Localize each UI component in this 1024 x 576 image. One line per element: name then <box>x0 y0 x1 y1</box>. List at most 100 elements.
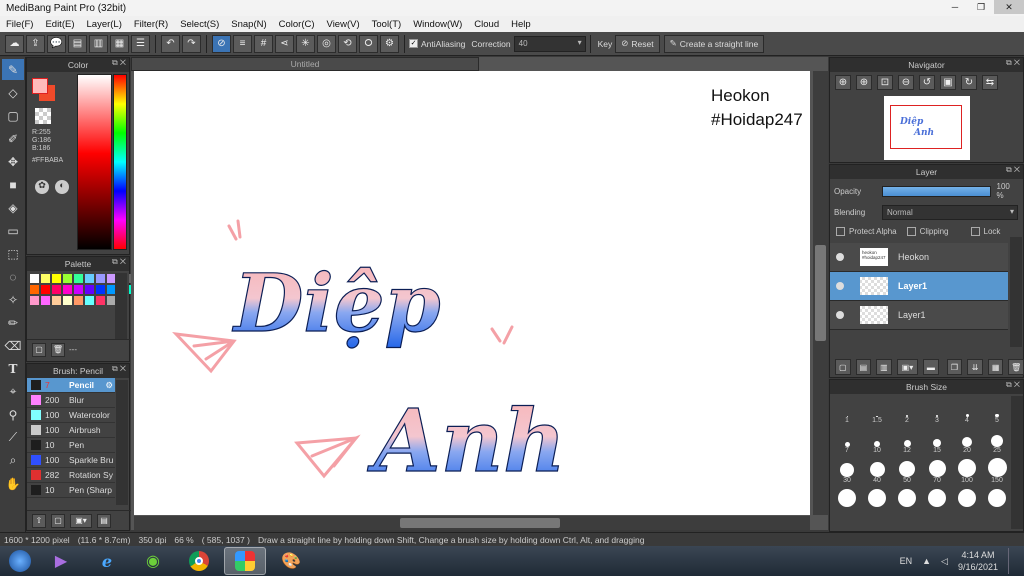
comment-icon[interactable]: 💬 <box>47 34 66 53</box>
share-icon[interactable]: ⇪ <box>26 34 45 53</box>
brush-size-option[interactable]: 3 <box>922 396 952 426</box>
palette-swatch[interactable] <box>41 296 50 305</box>
zoom-in-alt-icon[interactable]: ⊕ <box>856 75 872 90</box>
brush-size-option[interactable] <box>982 486 1012 516</box>
paint-icon[interactable]: 🎨 <box>270 547 312 575</box>
redo-icon[interactable]: ↷ <box>182 34 201 53</box>
panel-controls-icon[interactable]: ⧉ ✕ <box>1006 58 1020 68</box>
vertical-scrollbar[interactable] <box>813 71 828 515</box>
lock-checkbox[interactable] <box>970 227 980 236</box>
hand-tool-icon[interactable]: ✋ <box>2 473 24 494</box>
brush-size-option[interactable]: 150 <box>982 456 1012 486</box>
reset-button[interactable]: ⊘ Reset <box>615 34 660 53</box>
brush-size-scrollbar[interactable] <box>1011 396 1023 529</box>
coccoc-browser-icon[interactable]: ◉ <box>132 547 174 575</box>
palette-swatch[interactable] <box>63 274 72 283</box>
snap-off-icon[interactable]: ⊘ <box>212 34 231 53</box>
select-pen-icon[interactable]: ✏ <box>2 312 24 333</box>
brush-size-option[interactable]: 1 <box>832 396 862 426</box>
transparent-color-swatch[interactable] <box>35 108 51 124</box>
blending-select[interactable]: Normal ▾ <box>882 205 1018 220</box>
palette-swatch[interactable] <box>85 274 94 283</box>
eye-icon[interactable] <box>836 253 844 261</box>
lasso-tool-icon[interactable]: ◌ <box>2 266 24 287</box>
new-palette-icon[interactable]: ▢ <box>32 342 46 357</box>
menu-view[interactable]: View(V) <box>321 19 366 30</box>
brush-size-option[interactable] <box>832 486 862 516</box>
brush-size-option[interactable]: 5 <box>982 396 1012 426</box>
navigator-thumbnail[interactable]: Diệp Anh <box>884 96 970 160</box>
fit-icon[interactable]: ⊡ <box>877 75 893 90</box>
cross-snap-icon[interactable]: # <box>254 34 273 53</box>
add-layer-menu-icon[interactable]: ▣▾ <box>896 359 919 375</box>
menu-cloud[interactable]: Cloud <box>468 19 505 30</box>
palette-swatch[interactable] <box>41 285 50 294</box>
brush-item[interactable]: 282 Rotation Sy <box>27 468 115 483</box>
menu-tool[interactable]: Tool(T) <box>366 19 408 30</box>
fill-rect-tool-icon[interactable]: ■ <box>2 174 24 195</box>
drawing-canvas[interactable]: Heokon #Hoidap247 Diệp Anh <box>134 71 810 515</box>
correction-select[interactable]: 40 ▾ <box>513 35 586 52</box>
list-icon[interactable]: ☰ <box>131 34 150 53</box>
protect-alpha-checkbox[interactable] <box>836 227 845 236</box>
select-tool-icon[interactable]: ⬚ <box>2 243 24 264</box>
brush-size-option[interactable]: 12 <box>892 426 922 456</box>
bucket-tool-icon[interactable]: ◈ <box>2 197 24 218</box>
brush-scrollbar[interactable] <box>116 380 128 505</box>
layer-scrollbar[interactable] <box>1010 237 1022 347</box>
panel-controls-icon[interactable]: ⧉ ✕ <box>1006 380 1020 390</box>
menu-edit[interactable]: Edit(E) <box>39 19 80 30</box>
dropper-icon[interactable]: ⟋ <box>2 427 24 448</box>
brush-size-option[interactable]: 15 <box>922 426 952 456</box>
internet-explorer-icon[interactable]: e <box>86 547 128 575</box>
magic-wand-icon[interactable]: ✧ <box>2 289 24 310</box>
clipping-checkbox[interactable] <box>906 227 916 236</box>
snap-settings-icon[interactable]: ⚙ <box>380 34 399 53</box>
medibang-taskbar-icon[interactable] <box>224 547 266 575</box>
brush-size-option[interactable]: 100 <box>952 456 982 486</box>
flip-icon[interactable]: ⇆ <box>982 75 998 90</box>
navigator-viewport[interactable] <box>890 105 962 149</box>
menu-color[interactable]: Color(C) <box>273 19 321 30</box>
panel-controls-icon[interactable]: ⧉ ✕ <box>112 58 126 68</box>
palette-swatch[interactable] <box>96 285 105 294</box>
brush-size-option[interactable]: 4 <box>952 396 982 426</box>
brush-size-option[interactable]: 1.5 <box>862 396 892 426</box>
brush-size-option[interactable]: 7 <box>832 426 862 456</box>
palette-swatch[interactable] <box>52 274 61 283</box>
duplicate-layer-icon[interactable]: ❐ <box>946 359 963 375</box>
maximize-button[interactable]: ❐ <box>968 0 994 14</box>
circle-snap-icon[interactable]: ◎ <box>317 34 336 53</box>
brush-size-option[interactable]: 10 <box>862 426 892 456</box>
reset-view-icon[interactable]: ▣ <box>940 75 956 90</box>
palette-swatch[interactable] <box>30 296 39 305</box>
palette-swatch[interactable] <box>63 285 72 294</box>
document-icon[interactable]: ▤ <box>68 34 87 53</box>
add-brush-icon[interactable]: ⇧ <box>32 513 46 528</box>
delete-layer-icon[interactable]: 🗑 <box>1008 359 1024 375</box>
palette-swatch[interactable] <box>74 296 83 305</box>
ellipse-snap-icon[interactable]: ⭘ <box>359 34 378 53</box>
rotate-left-icon[interactable]: ↺ <box>919 75 935 90</box>
eraser-tool-icon[interactable]: ◇ <box>2 82 24 103</box>
undo-icon[interactable]: ↶ <box>161 34 180 53</box>
clock[interactable]: 4:14 AM 9/16/2021 <box>958 549 998 573</box>
delete-brush-icon[interactable]: ▤ <box>97 513 111 528</box>
brush-size-option[interactable] <box>862 486 892 516</box>
palette-swatch[interactable] <box>52 285 61 294</box>
brush-size-option[interactable]: 50 <box>892 456 922 486</box>
show-desktop-button[interactable] <box>1008 548 1016 574</box>
horizontal-scroll-thumb[interactable] <box>400 518 560 528</box>
speaker-icon[interactable]: ◁ <box>941 556 948 567</box>
eyedropper-icon[interactable]: ⚲ <box>2 404 24 425</box>
panel-controls-icon[interactable]: ⧉ ✕ <box>112 257 126 267</box>
brush-item[interactable]: 100 Airbrush <box>27 423 115 438</box>
new-layer-icon[interactable]: ▢ <box>835 359 851 375</box>
antialiasing-checkbox[interactable]: ✓ <box>409 39 418 48</box>
tray-arrow-icon[interactable]: ▲ <box>922 556 931 566</box>
zoom-in-icon[interactable]: ⊕ <box>835 75 851 90</box>
saturation-box[interactable] <box>77 74 112 250</box>
visual-studio-icon[interactable]: ▶ <box>40 547 82 575</box>
merge-down-icon[interactable]: ⇊ <box>967 359 983 375</box>
palette-swatch[interactable] <box>41 274 50 283</box>
